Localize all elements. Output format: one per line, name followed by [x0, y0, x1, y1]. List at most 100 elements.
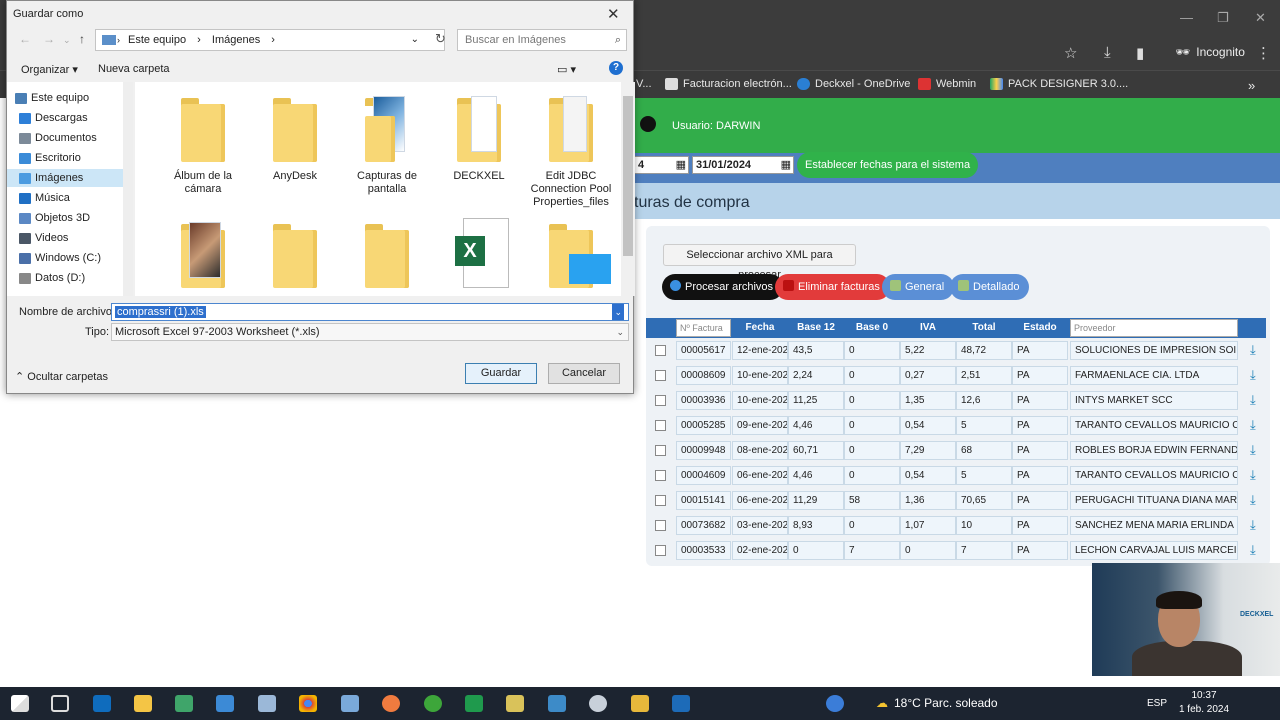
new-folder-button[interactable]: Nueva carpeta: [98, 63, 170, 75]
table-row[interactable]: 0001514106-ene-202411,29581,3670,65PAPER…: [646, 488, 1266, 513]
row-checkbox[interactable]: [655, 370, 666, 381]
calendar-icon[interactable]: ▦: [781, 158, 791, 171]
table-row[interactable]: 0000860910-ene-20242,2400,272,51PAFARMAE…: [646, 363, 1266, 388]
menu-icon[interactable]: ⋮: [1256, 44, 1271, 62]
table-row[interactable]: 0000994808-ene-202460,7107,2968PAROBLES …: [646, 438, 1266, 463]
windows-start-icon[interactable]: [11, 695, 29, 712]
bookmark-webmin[interactable]: Webmin: [918, 78, 976, 90]
select-xml-button[interactable]: Seleccionar archivo XML para procesar: [663, 244, 856, 281]
bookmark-facturacion[interactable]: Facturacion electrón...: [665, 78, 792, 90]
tree-item[interactable]: Este equipo: [15, 92, 89, 104]
up-icon[interactable]: ↑: [79, 32, 85, 46]
excel-icon[interactable]: [465, 695, 483, 712]
tree-item[interactable]: Escritorio: [19, 152, 81, 164]
bookmark-onedrive[interactable]: Deckxel - OneDrive: [797, 78, 910, 90]
help-app-icon[interactable]: [826, 695, 844, 712]
excel-file-icon[interactable]: X: [433, 218, 525, 288]
outlook-icon[interactable]: [672, 695, 690, 712]
refresh-icon[interactable]: ↻: [435, 31, 446, 47]
tree-item[interactable]: Datos (D:): [19, 272, 85, 284]
breadcrumb-imagenes[interactable]: Imágenes: [212, 34, 260, 46]
chrome-icon[interactable]: [299, 695, 317, 712]
download-icon[interactable]: ⤓: [1250, 342, 1264, 358]
download-icon[interactable]: ⤓: [1250, 467, 1264, 483]
app-icon[interactable]: [175, 695, 193, 712]
folder-anydesk[interactable]: AnyDesk: [249, 96, 341, 183]
row-checkbox[interactable]: [655, 345, 666, 356]
task-view-icon[interactable]: [51, 695, 69, 712]
folder-item[interactable]: [249, 222, 341, 296]
factura-filter-input[interactable]: Nº Factura: [676, 319, 731, 337]
row-checkbox[interactable]: [655, 420, 666, 431]
process-files-button[interactable]: Procesar archivos: [662, 274, 784, 300]
hide-folders-toggle[interactable]: ⌃ Ocultar carpetas: [15, 370, 108, 383]
download-icon[interactable]: ⤓: [1250, 517, 1264, 533]
back-icon[interactable]: ←: [19, 32, 31, 46]
download-icon[interactable]: ⤓: [1250, 542, 1264, 558]
tree-item[interactable]: Videos: [19, 232, 68, 244]
table-row[interactable]: 0000353302-ene-20240707PALECHON CARVAJAL…: [646, 538, 1266, 563]
tree-item[interactable]: Objetos 3D: [19, 212, 90, 224]
tree-item[interactable]: Imágenes: [19, 172, 83, 184]
download-icon[interactable]: ⤓: [1250, 492, 1264, 508]
row-checkbox[interactable]: [655, 545, 666, 556]
sidepanel-icon[interactable]: ▮: [1136, 44, 1144, 62]
more-bookmarks-icon[interactable]: »: [1248, 78, 1255, 93]
chevron-down-icon[interactable]: ⌄: [612, 304, 624, 320]
delete-invoices-button[interactable]: Eliminar facturas: [775, 274, 890, 300]
calendar-icon[interactable]: ▦: [676, 158, 686, 171]
close-window-icon[interactable]: ✕: [1255, 10, 1266, 26]
chevron-down-icon[interactable]: ⌄: [616, 324, 624, 340]
general-report-button[interactable]: General: [882, 274, 955, 300]
folder-album[interactable]: Álbum de la cámara: [157, 96, 249, 196]
tree-scrollbar[interactable]: [123, 82, 133, 296]
tree-item[interactable]: Windows (C:): [19, 252, 101, 264]
chevron-down-icon[interactable]: ⌄: [411, 30, 419, 50]
scroll-thumb[interactable]: [623, 96, 633, 256]
forward-icon[interactable]: →: [43, 32, 55, 46]
filename-input[interactable]: comprassri (1).xls ⌄: [111, 303, 629, 321]
table-row[interactable]: 0000561712-ene-202443,505,2248,72PASOLUC…: [646, 338, 1266, 363]
table-row[interactable]: 0007368203-ene-20248,9301,0710PASANCHEZ …: [646, 513, 1266, 538]
clock[interactable]: 10:37 1 feb. 2024: [1178, 689, 1230, 717]
search-input[interactable]: Buscar en Imágenes ⌕: [457, 29, 627, 51]
weather-widget[interactable]: ☁ 18°C Parc. soleado: [876, 696, 998, 710]
breadcrumb-este-equipo[interactable]: Este equipo: [128, 34, 186, 46]
save-button[interactable]: Guardar: [465, 363, 537, 384]
tree-item[interactable]: Descargas: [19, 112, 88, 124]
download-icon[interactable]: ⤓: [1250, 417, 1264, 433]
proveedor-filter-input[interactable]: Proveedor: [1070, 319, 1238, 337]
app-icon[interactable]: [424, 695, 442, 712]
folder-photos[interactable]: [157, 222, 249, 296]
file-explorer-icon[interactable]: [134, 695, 152, 712]
filetype-select[interactable]: Microsoft Excel 97-2003 Worksheet (*.xls…: [111, 323, 629, 341]
detailed-report-button[interactable]: Detallado: [950, 274, 1030, 300]
close-icon[interactable]: ✕: [607, 5, 620, 23]
download-icon[interactable]: ⤓: [1250, 367, 1264, 383]
address-bar[interactable]: › Este equipo › Imágenes › ⌄: [95, 29, 445, 51]
set-dates-button[interactable]: Establecer fechas para el sistema: [797, 152, 979, 178]
files-scrollbar[interactable]: [621, 82, 635, 296]
row-checkbox[interactable]: [655, 445, 666, 456]
app-icon[interactable]: [589, 695, 607, 712]
tree-item[interactable]: Documentos: [19, 132, 97, 144]
folder-edit-jdbc[interactable]: Edit JDBC Connection Pool Properties_fil…: [525, 96, 617, 209]
folder-capturas[interactable]: Capturas de pantalla: [341, 96, 433, 196]
organize-button[interactable]: Organizar ▾: [21, 63, 78, 76]
bookmark-truncated[interactable]: V...: [636, 78, 652, 90]
restore-icon[interactable]: ❐: [1217, 10, 1229, 26]
date-from-input[interactable]: 4 ▦: [634, 156, 689, 174]
help-icon[interactable]: ?: [609, 61, 623, 75]
row-checkbox[interactable]: [655, 470, 666, 481]
history-icon[interactable]: ⌄: [63, 35, 71, 46]
table-row[interactable]: 0000460906-ene-20244,4600,545PATARANTO C…: [646, 463, 1266, 488]
app-icon[interactable]: [506, 695, 524, 712]
row-checkbox[interactable]: [655, 520, 666, 531]
cancel-button[interactable]: Cancelar: [548, 363, 620, 384]
shortcut-folder[interactable]: [525, 222, 617, 296]
row-checkbox[interactable]: [655, 495, 666, 506]
minimize-icon[interactable]: —: [1180, 10, 1193, 25]
tree-item[interactable]: Música: [19, 192, 70, 204]
view-options-icon[interactable]: ▭ ▾: [557, 63, 576, 76]
mail-icon[interactable]: [93, 695, 111, 712]
